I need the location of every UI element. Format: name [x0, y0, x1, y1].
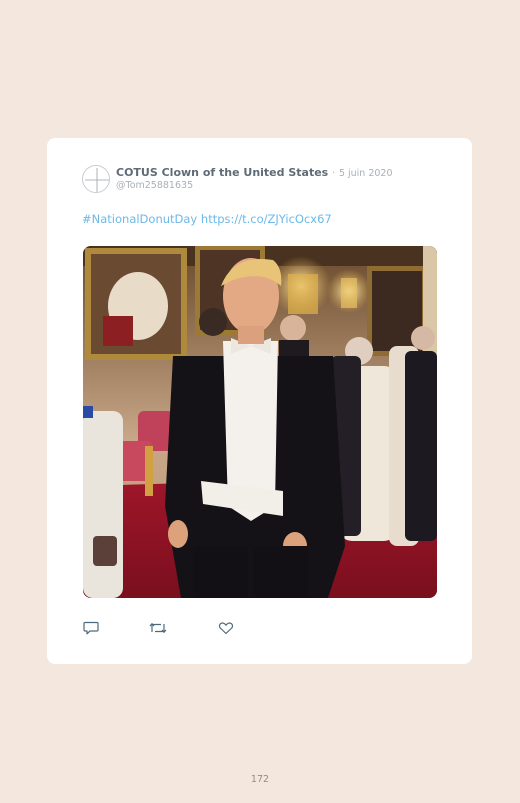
tweet-card: COTUS Clown of the United States · 5 jui… — [47, 138, 472, 664]
tweet-url-link[interactable]: https://t.co/ZJYicOcx67 — [201, 212, 332, 226]
tweet-photo[interactable] — [83, 246, 437, 598]
hashtag-link[interactable]: #NationalDonutDay — [82, 212, 197, 226]
tweet-text: #NationalDonutDay https://t.co/ZJYicOcx6… — [82, 212, 332, 226]
user-handle[interactable]: @Tom25881635 — [116, 180, 193, 191]
reply-button[interactable] — [83, 620, 101, 636]
tweet-actions — [83, 620, 283, 636]
display-name-text[interactable]: COTUS Clown of the United States — [116, 166, 328, 179]
ballroom-photo — [83, 246, 437, 598]
display-name[interactable]: COTUS Clown of the United States · 5 jui… — [116, 166, 393, 179]
like-button[interactable] — [218, 620, 236, 636]
crosshair-avatar-icon — [85, 168, 109, 192]
tweet-date[interactable]: 5 juin 2020 — [339, 168, 393, 179]
name-date-separator: · — [332, 168, 336, 179]
reply-icon — [83, 621, 99, 635]
retweet-button[interactable] — [149, 620, 167, 636]
page-number: 172 — [250, 774, 270, 785]
heart-icon — [218, 622, 234, 635]
avatar[interactable] — [82, 165, 110, 193]
retweet-icon — [149, 622, 167, 634]
